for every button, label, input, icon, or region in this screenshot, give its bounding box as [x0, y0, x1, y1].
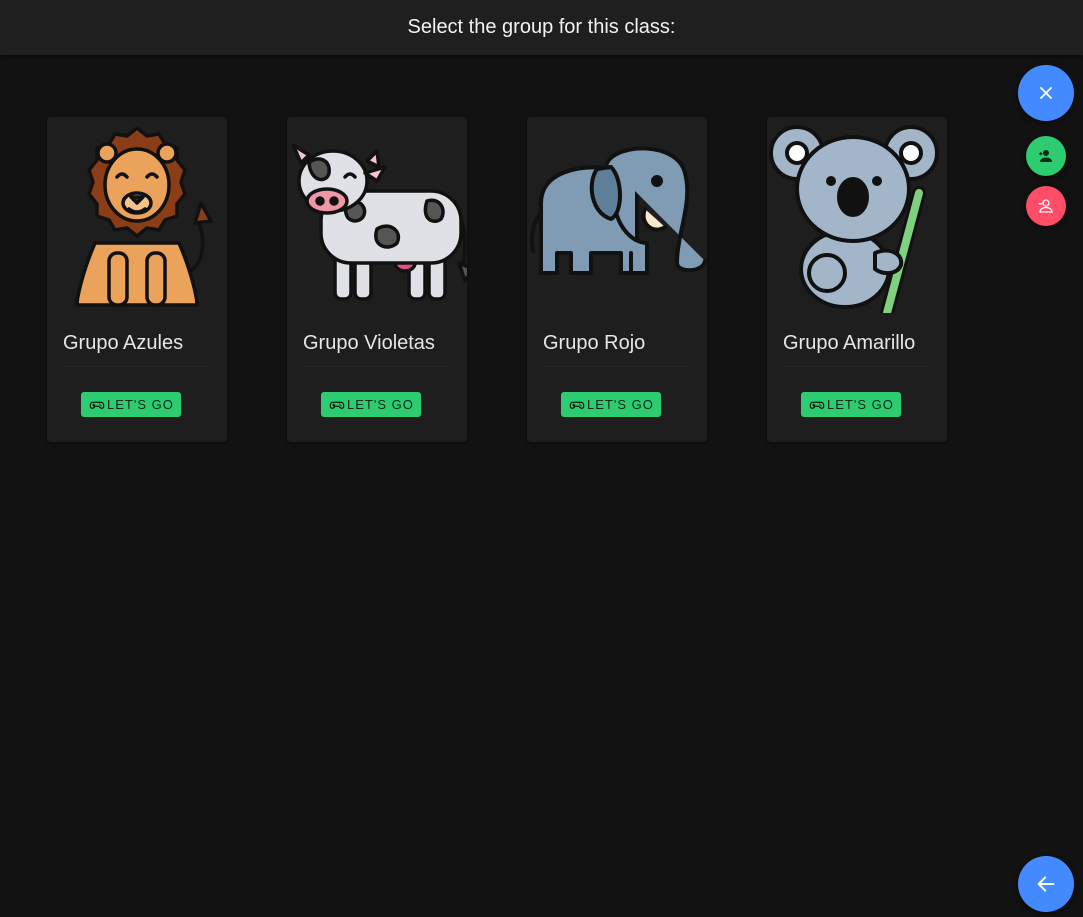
group-name: Grupo Amarillo — [783, 332, 916, 354]
divider — [303, 366, 451, 367]
cow-image — [287, 123, 467, 313]
person-add-icon — [1039, 150, 1052, 162]
arrow-left-icon — [1037, 876, 1055, 892]
divider — [63, 366, 211, 367]
page-title: Select the group for this class: — [407, 16, 676, 38]
group-card-violetas[interactable]: Grupo Violetas LET'S GO — [287, 117, 467, 442]
back-button[interactable] — [1018, 856, 1074, 912]
group-name: Grupo Rojo — [543, 332, 646, 354]
lets-go-button[interactable]: LET'S GO — [321, 392, 421, 417]
top-bar: Select the group for this class: — [0, 0, 1083, 55]
divider — [783, 366, 931, 367]
remove-student-button[interactable] — [1026, 186, 1066, 226]
divider — [543, 366, 691, 367]
group-card-amarillo[interactable]: Grupo Amarillo LET'S GO — [767, 117, 947, 442]
add-student-button[interactable] — [1026, 136, 1066, 176]
close-button[interactable] — [1018, 65, 1074, 121]
group-name: Grupo Azules — [63, 332, 184, 354]
lets-go-button[interactable]: LET'S GO — [81, 392, 181, 417]
lets-go-label: LET'S GO — [107, 397, 174, 412]
person-remove-icon — [1038, 199, 1053, 213]
gamepad-icon — [569, 401, 585, 409]
group-name: Grupo Violetas — [303, 332, 435, 354]
gamepad-icon — [89, 401, 105, 409]
group-card-azules[interactable]: Grupo Azules LET'S GO — [47, 117, 227, 442]
lets-go-button[interactable]: LET'S GO — [561, 392, 661, 417]
elephant-image — [527, 123, 707, 313]
koala-image — [767, 123, 947, 313]
lets-go-button[interactable]: LET'S GO — [801, 392, 901, 417]
lets-go-label: LET'S GO — [587, 397, 654, 412]
gamepad-icon — [329, 401, 345, 409]
lets-go-label: LET'S GO — [827, 397, 894, 412]
lion-image — [47, 123, 227, 313]
group-card-rojo[interactable]: Grupo Rojo LET'S GO — [527, 117, 707, 442]
lets-go-label: LET'S GO — [347, 397, 414, 412]
gamepad-icon — [809, 401, 825, 409]
close-icon — [1040, 87, 1052, 99]
